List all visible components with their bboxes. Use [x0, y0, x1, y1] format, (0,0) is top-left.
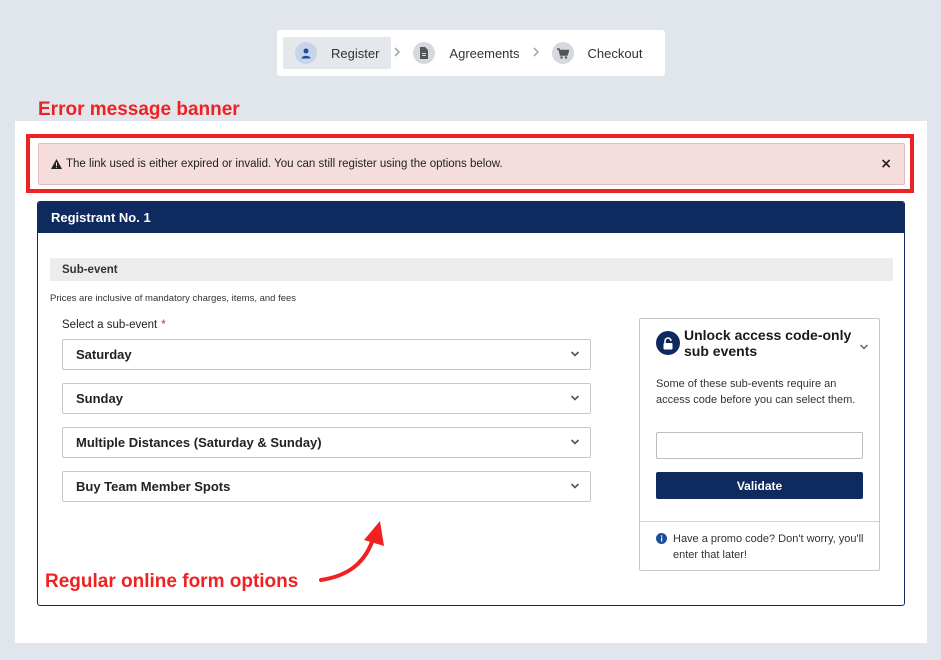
- access-code-panel: Unlock access code-only sub events Some …: [639, 318, 880, 571]
- step-agreements[interactable]: Agreements: [403, 37, 529, 69]
- annotation-arrow-icon: [319, 521, 384, 582]
- prices-note: Prices are inclusive of mandatory charge…: [50, 293, 297, 304]
- sub-event-dropdown-sunday[interactable]: Sunday: [62, 383, 591, 414]
- dropdown-label: Multiple Distances (Saturday & Sunday): [76, 435, 322, 450]
- info-icon: [656, 533, 667, 563]
- step-register[interactable]: Register: [283, 37, 392, 69]
- dropdown-label: Buy Team Member Spots: [76, 479, 231, 494]
- step-label: Register: [331, 45, 380, 61]
- promo-note: Have a promo code? Don't worry, you'll e…: [656, 531, 871, 563]
- validate-button[interactable]: Validate: [656, 472, 863, 499]
- user-icon: [295, 42, 317, 64]
- access-code-input[interactable]: [656, 432, 863, 459]
- step-label: Checkout: [587, 45, 643, 61]
- promo-text: Have a promo code? Don't worry, you'll e…: [673, 533, 864, 561]
- banner-annotation-label: Error message banner: [38, 99, 240, 120]
- dropdown-label: Sunday: [76, 391, 123, 406]
- step-label: Agreements: [449, 45, 520, 61]
- document-icon: [413, 42, 436, 64]
- step-checkout[interactable]: Checkout: [542, 37, 653, 69]
- chevron-down-icon[interactable]: [859, 339, 869, 357]
- access-code-description: Some of these sub-events require an acce…: [656, 378, 856, 406]
- banner-highlight-box: [26, 134, 914, 193]
- sub-event-section-title: Sub-event: [50, 258, 893, 281]
- progress-stepper: Register Agreements Checkout: [277, 30, 665, 76]
- cart-icon: [551, 42, 574, 64]
- lock-icon: [656, 331, 680, 355]
- select-label-text: Select a sub-event: [62, 319, 158, 331]
- dropdown-label: Saturday: [76, 347, 132, 362]
- chevron-down-icon: [570, 436, 580, 451]
- required-marker: *: [161, 319, 166, 331]
- chevron-right-icon: [532, 46, 540, 61]
- registrant-title: Registrant No. 1: [38, 202, 904, 233]
- chevron-right-icon: [393, 46, 401, 61]
- sub-event-dropdown-team-member-spots[interactable]: Buy Team Member Spots: [62, 471, 591, 502]
- sub-event-dropdown-saturday[interactable]: Saturday: [62, 339, 591, 370]
- form-options-annotation-label: Regular online form options: [45, 571, 299, 592]
- sub-event-dropdown-multiple-distances[interactable]: Multiple Distances (Saturday & Sunday): [62, 427, 591, 458]
- chevron-down-icon: [570, 348, 580, 363]
- access-code-title: Unlock access code-only sub events: [684, 327, 852, 359]
- registrant-card: Registrant No. 1 Sub-event Prices are in…: [37, 201, 905, 606]
- divider: [640, 521, 879, 522]
- chevron-down-icon: [570, 480, 580, 495]
- chevron-down-icon: [570, 392, 580, 407]
- select-sub-event-label: Select a sub-event *: [62, 319, 166, 331]
